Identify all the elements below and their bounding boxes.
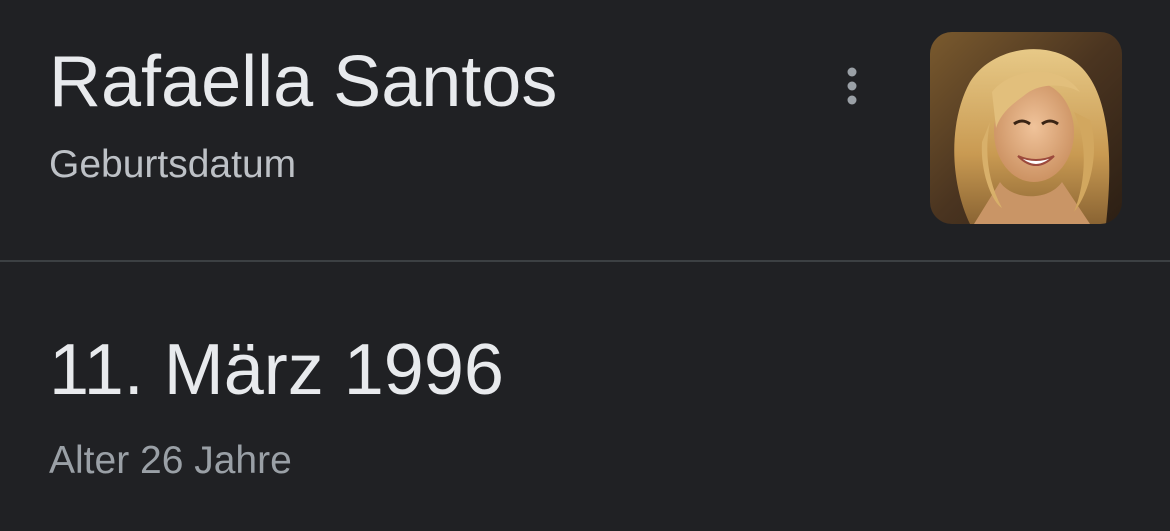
person-name[interactable]: Rafaella Santos xyxy=(49,40,557,124)
person-photo xyxy=(930,32,1122,224)
attribute-label: Geburtsdatum xyxy=(49,143,297,186)
section-divider xyxy=(0,260,1170,262)
more-vert-icon xyxy=(847,67,857,105)
birth-date-value: 11. März 1996 xyxy=(49,330,504,410)
person-thumbnail[interactable] xyxy=(930,32,1122,224)
age-text: Alter 26 Jahre xyxy=(49,439,292,482)
more-options-button[interactable] xyxy=(826,58,878,114)
knowledge-panel-header: Rafaella Santos Geburtsdatum xyxy=(0,0,1170,261)
